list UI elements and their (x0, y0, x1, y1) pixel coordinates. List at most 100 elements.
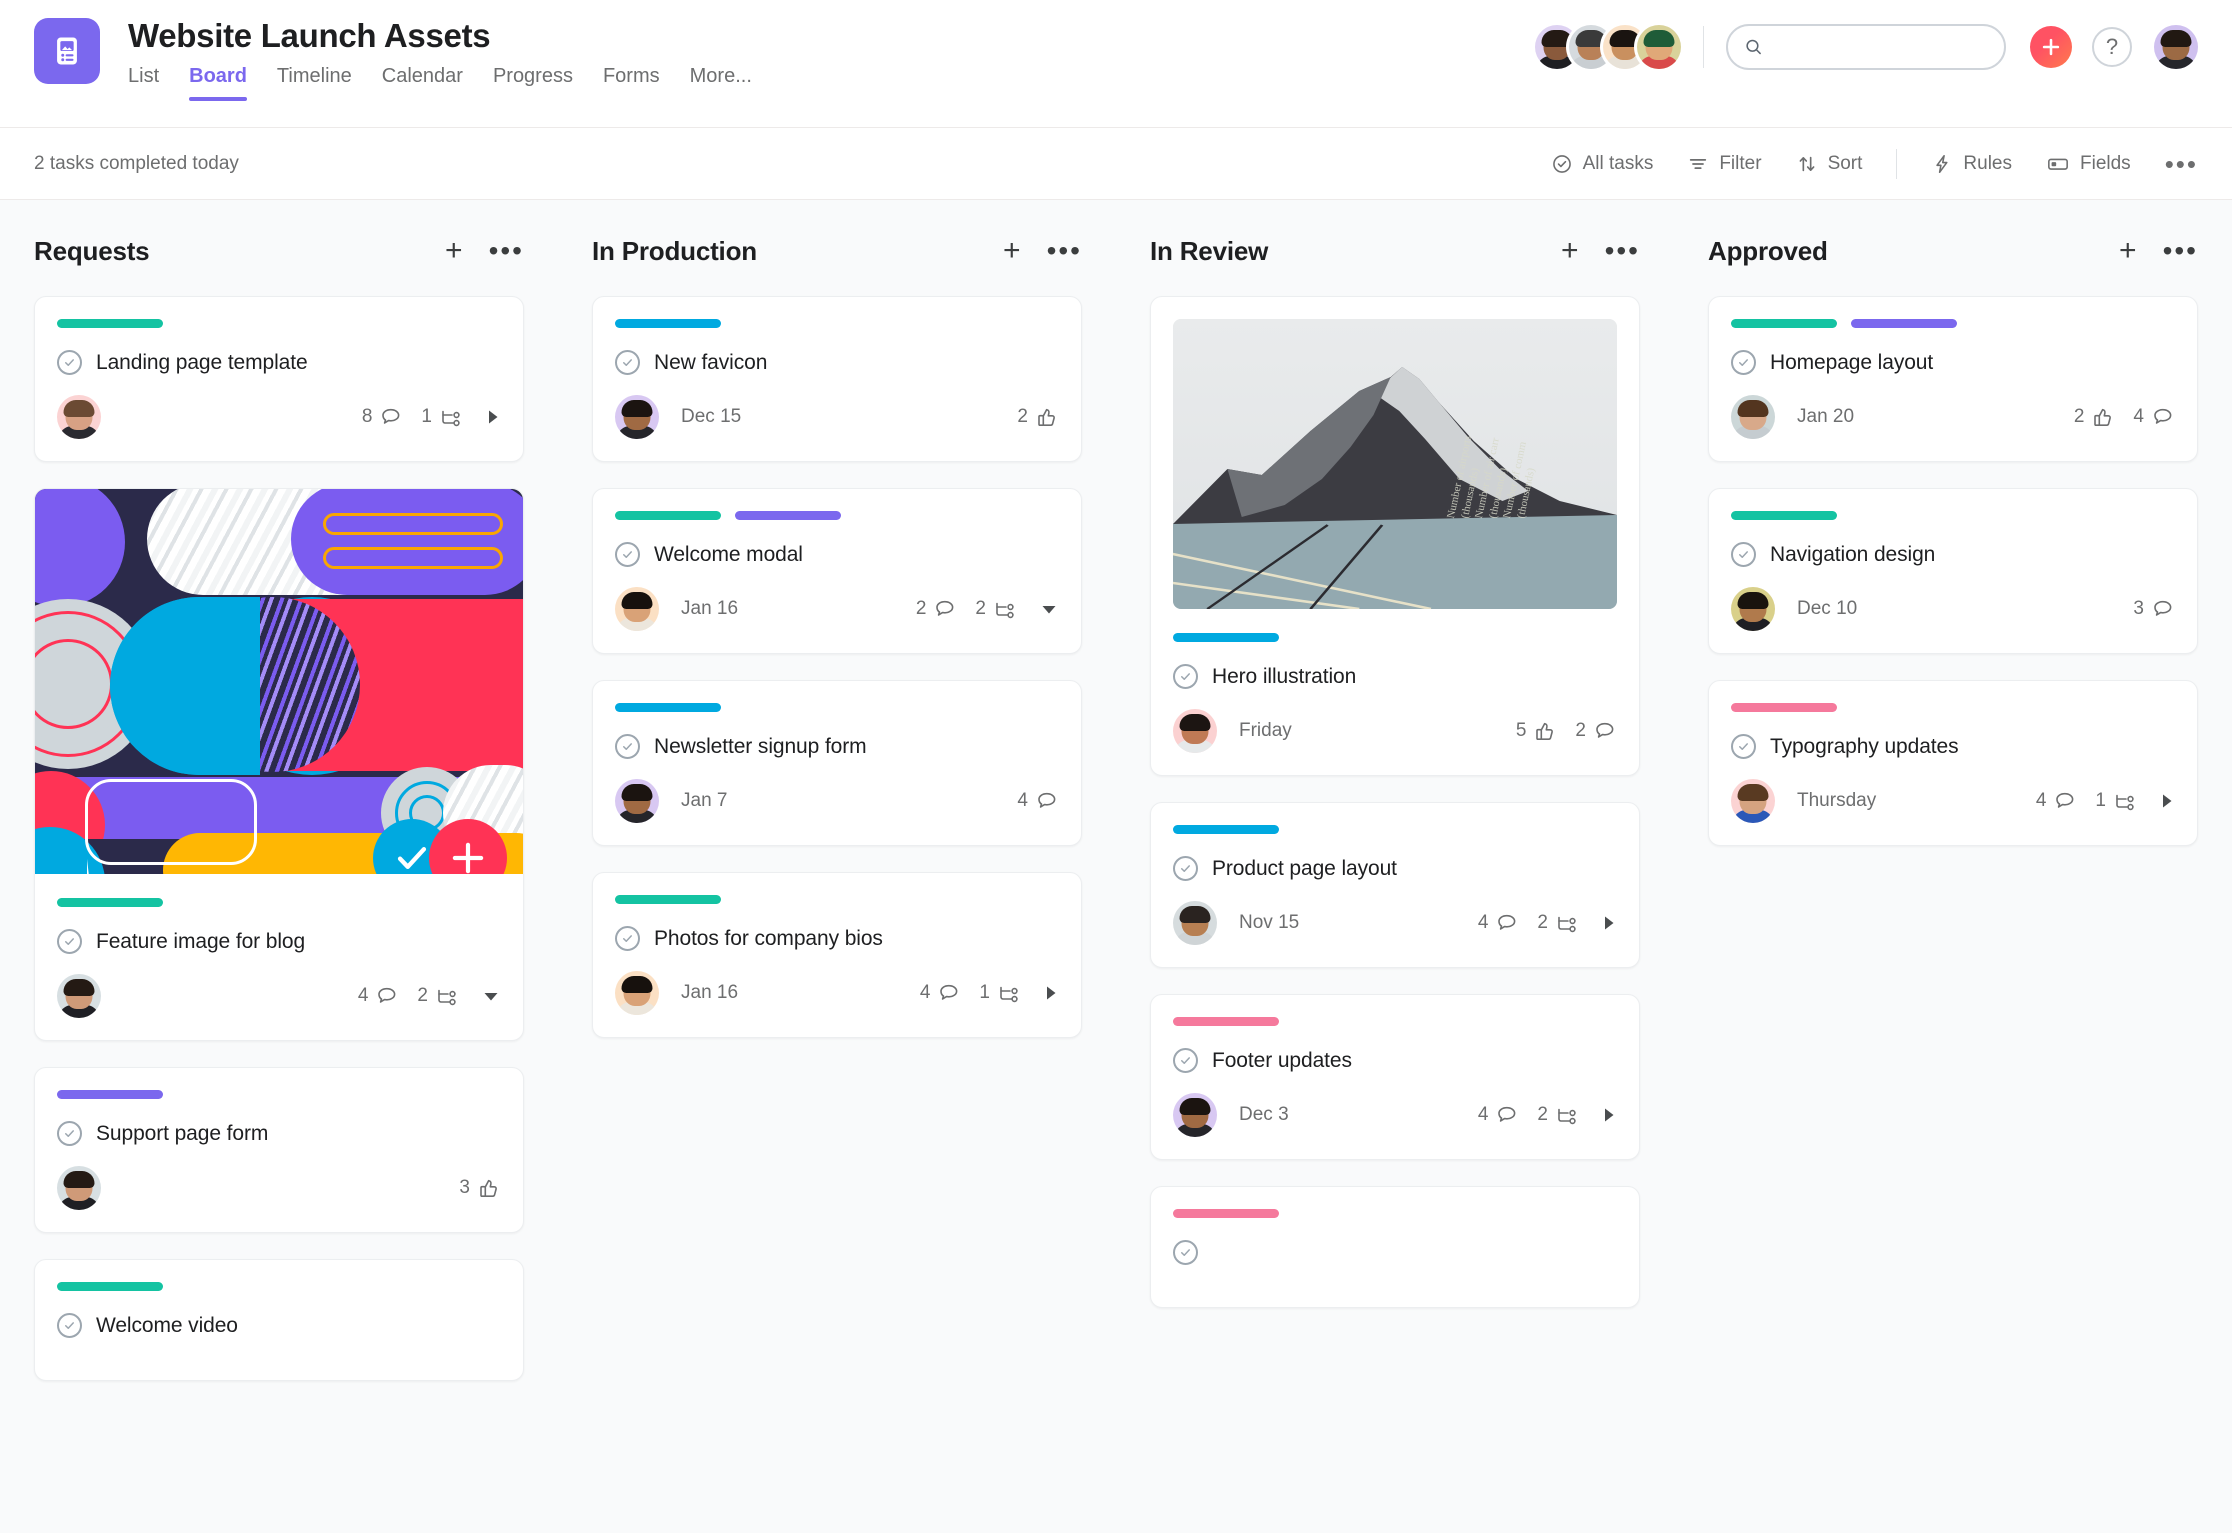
task-card[interactable]: Support page form 3 (34, 1067, 524, 1233)
complete-task-icon[interactable] (57, 1121, 82, 1146)
open-task-button[interactable] (2159, 791, 2175, 811)
expand-button[interactable] (1039, 601, 1059, 617)
tag-row (1731, 703, 2175, 712)
caret-right-icon[interactable] (1601, 1105, 1617, 1125)
avatar[interactable] (1731, 395, 1775, 439)
complete-task-icon[interactable] (1173, 1048, 1198, 1073)
complete-task-icon[interactable] (1731, 542, 1756, 567)
search-box[interactable] (1726, 24, 2006, 70)
task-card[interactable]: Landing page template 8 1 (34, 296, 524, 462)
complete-task-icon[interactable] (615, 734, 640, 759)
caret-down-icon[interactable] (1039, 601, 1059, 617)
add-button[interactable] (2030, 26, 2072, 68)
search-input[interactable] (1773, 37, 1988, 57)
tab-more[interactable]: More... (690, 65, 752, 101)
task-card[interactable]: Navigation design Dec 10 3 (1708, 488, 2198, 654)
open-task-button[interactable] (485, 407, 501, 427)
column-more-button[interactable]: ••• (1605, 237, 1640, 265)
meta-thumbsup: 3 (459, 1176, 501, 1200)
tab-timeline[interactable]: Timeline (277, 65, 352, 101)
toolbar-more-button[interactable]: ••• (2165, 151, 2198, 177)
avatar[interactable] (1173, 1093, 1217, 1137)
avatar[interactable] (1173, 901, 1217, 945)
task-card[interactable]: Typography updates Thursday 4 1 (1708, 680, 2198, 846)
task-card[interactable] (1150, 1186, 1640, 1308)
avatar[interactable] (57, 395, 101, 439)
caret-right-icon[interactable] (1043, 983, 1059, 1003)
filter-button[interactable]: Filter (1687, 153, 1762, 175)
expand-button[interactable] (481, 988, 501, 1004)
complete-task-icon[interactable] (1173, 856, 1198, 881)
add-task-button[interactable]: + (1561, 236, 1579, 266)
help-button[interactable]: ? (2092, 27, 2132, 67)
all-tasks-button[interactable]: All tasks (1551, 153, 1653, 175)
task-card[interactable]: Welcome video (34, 1259, 524, 1381)
complete-task-icon[interactable] (1173, 664, 1198, 689)
task-card[interactable]: Footer updates Dec 342 (1150, 994, 1640, 1160)
tab-calendar[interactable]: Calendar (382, 65, 463, 101)
task-due-date: Friday (1239, 720, 1292, 741)
avatar[interactable] (615, 971, 659, 1015)
avatar[interactable] (615, 779, 659, 823)
caret-right-icon[interactable] (2159, 791, 2175, 811)
avatar[interactable] (2154, 25, 2198, 69)
task-card[interactable]: New favicon Dec 15 2 (592, 296, 1082, 462)
task-card[interactable]: Number of airports (thousands) Number of a… (1150, 296, 1640, 776)
member-avatar-stack[interactable] (1535, 25, 1681, 69)
add-task-button[interactable]: + (2119, 236, 2137, 266)
tab-list[interactable]: List (128, 65, 159, 101)
complete-task-icon[interactable] (615, 542, 640, 567)
task-card-body: Newsletter signup form Jan 7 4 (615, 703, 1059, 823)
complete-task-icon[interactable] (1731, 734, 1756, 759)
avatar[interactable] (1173, 709, 1217, 753)
avatar[interactable] (615, 587, 659, 631)
sort-button[interactable]: Sort (1796, 153, 1862, 175)
open-task-button[interactable] (1601, 1105, 1617, 1125)
tab-board[interactable]: Board (189, 65, 247, 101)
open-task-button[interactable] (1043, 983, 1059, 1003)
complete-task-icon[interactable] (1731, 350, 1756, 375)
meta-comment: 4 (1017, 789, 1059, 813)
avatar[interactable] (57, 974, 101, 1018)
rules-button[interactable]: Rules (1931, 153, 2012, 175)
task-title: Homepage layout (1770, 350, 1934, 374)
avatar[interactable] (1637, 25, 1681, 69)
caret-right-icon[interactable] (1601, 913, 1617, 933)
add-task-button[interactable]: + (1003, 236, 1021, 266)
complete-task-icon[interactable] (1173, 1240, 1198, 1265)
fields-button[interactable]: Fields (2046, 153, 2131, 175)
task-title-row: Newsletter signup form (615, 734, 1059, 759)
complete-task-icon[interactable] (615, 926, 640, 951)
tab-forms[interactable]: Forms (603, 65, 660, 101)
complete-task-icon[interactable] (57, 350, 82, 375)
task-card[interactable]: Photos for company bios Jan 16 4 1 (592, 872, 1082, 1038)
task-title-row: Homepage layout (1731, 350, 2175, 375)
avatar[interactable] (615, 395, 659, 439)
column-more-button[interactable]: ••• (489, 237, 524, 265)
task-card-body: Hero illustration Friday 5 2 (1151, 633, 1639, 753)
task-card[interactable]: Welcome modal Jan 16 2 2 (592, 488, 1082, 654)
meta-count: 4 (357, 985, 369, 1006)
task-card[interactable]: Newsletter signup form Jan 7 4 (592, 680, 1082, 846)
column-more-button[interactable]: ••• (1047, 237, 1082, 265)
avatar[interactable] (1731, 779, 1775, 823)
caret-right-icon[interactable] (485, 407, 501, 427)
task-due-date: Thursday (1797, 790, 1877, 811)
project-icon[interactable] (34, 18, 100, 84)
comment-icon (1498, 914, 1516, 930)
task-card[interactable]: Product page layout Nov 15 4 2 (1150, 802, 1640, 968)
task-card[interactable]: Feature image for blog 4 2 (34, 488, 524, 1041)
tab-progress[interactable]: Progress (493, 65, 573, 101)
open-task-button[interactable] (1601, 913, 1617, 933)
complete-task-icon[interactable] (57, 929, 82, 954)
caret-down-icon[interactable] (481, 988, 501, 1004)
task-card[interactable]: Homepage layout Jan 20 2 4 (1708, 296, 2198, 462)
complete-task-icon[interactable] (57, 1313, 82, 1338)
avatar[interactable] (57, 1166, 101, 1210)
column-more-button[interactable]: ••• (2163, 237, 2198, 265)
avatar[interactable] (1731, 587, 1775, 631)
toolbar-divider (1896, 148, 1898, 179)
complete-task-icon[interactable] (615, 350, 640, 375)
add-task-button[interactable]: + (445, 236, 463, 266)
task-card-footer: Thursday 4 1 (1731, 779, 2175, 823)
